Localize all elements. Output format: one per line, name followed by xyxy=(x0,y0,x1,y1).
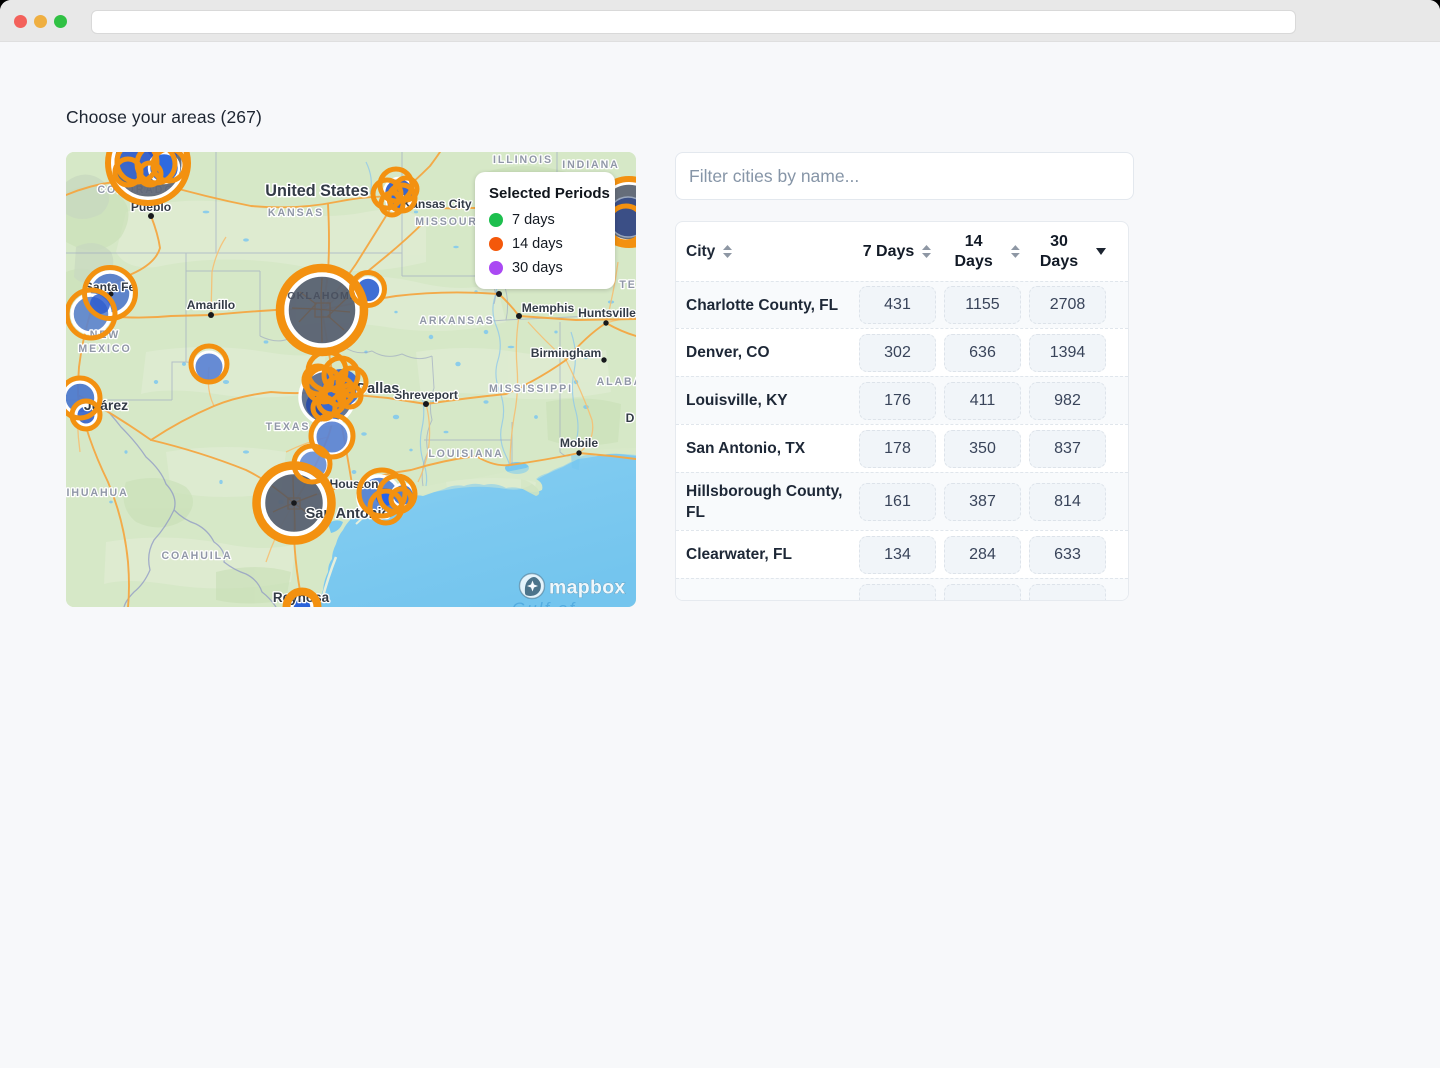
svg-text:United States: United States xyxy=(265,182,368,200)
svg-text:OKLAHOMA: OKLAHOMA xyxy=(287,290,358,302)
svg-text:Mobile: Mobile xyxy=(560,436,599,450)
svg-text:ALABAMA: ALABAMA xyxy=(597,376,636,388)
svg-text:INDIANA: INDIANA xyxy=(562,159,619,171)
svg-text:TEXAS: TEXAS xyxy=(266,421,311,433)
svg-text:CHIHUAHUA: CHIHUAHUA xyxy=(66,487,129,499)
svg-text:ARKANSAS: ARKANSAS xyxy=(419,315,494,327)
svg-text:ILLINOIS: ILLINOIS xyxy=(493,154,553,166)
svg-text:Houston: Houston xyxy=(329,477,378,491)
svg-text:MISSOURI: MISSOURI xyxy=(415,216,483,228)
svg-text:mapbox: mapbox xyxy=(549,577,626,599)
svg-text:Memphis: Memphis xyxy=(522,301,575,315)
svg-text:Gulf of: Gulf of xyxy=(512,599,576,607)
svg-text:COAHUILA: COAHUILA xyxy=(161,550,232,562)
svg-text:Birmingham: Birmingham xyxy=(531,346,602,360)
svg-text:MEXICO: MEXICO xyxy=(78,343,131,355)
svg-text:Amarillo: Amarillo xyxy=(187,298,235,312)
svg-text:D: D xyxy=(626,411,635,425)
svg-text:TENNESSEE: TENNESSEE xyxy=(619,279,636,291)
svg-text:LOUISIANA: LOUISIANA xyxy=(428,448,503,460)
svg-text:KANSAS: KANSAS xyxy=(268,207,324,219)
svg-text:Shreveport: Shreveport xyxy=(394,388,458,402)
svg-text:MISSISSIPPI: MISSISSIPPI xyxy=(489,383,573,395)
svg-text:Huntsville: Huntsville xyxy=(578,306,636,320)
